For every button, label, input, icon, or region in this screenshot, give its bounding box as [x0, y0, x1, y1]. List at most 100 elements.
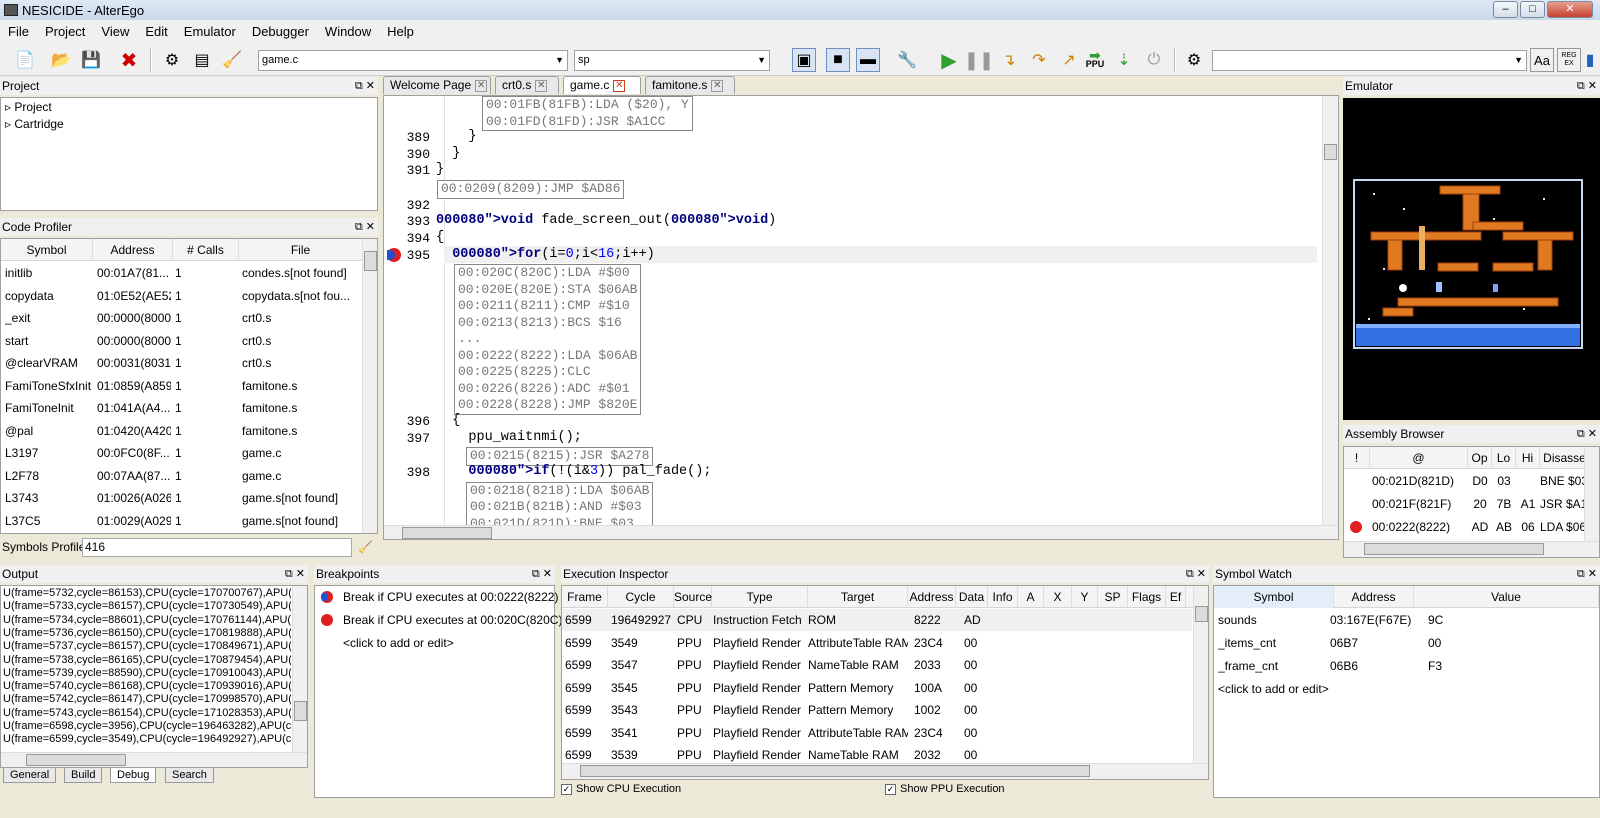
clean-icon[interactable]: 🧹 — [220, 48, 244, 72]
table-row[interactable]: 6599 3547 PPU Playfield Render NameTable RAM… — [562, 654, 1192, 676]
table-row[interactable]: L37C5 01:0029(A029) 1 game.s[not found] — [1, 510, 361, 532]
output-vscroll[interactable] — [292, 586, 307, 753]
dock-buttons[interactable]: ⧉ ✕ — [1577, 425, 1597, 443]
dock-buttons[interactable]: ⧉ ✕ — [285, 565, 305, 583]
column-header[interactable]: Y — [1072, 586, 1098, 608]
tab-debug[interactable]: Debug — [110, 768, 157, 783]
table-row[interactable]: 00:021D(821D) D0 03 BNE $03 — [1344, 470, 1588, 492]
table-row[interactable]: FamiToneInit 01:041A(A4... 1 famitone.s — [1, 397, 361, 419]
assembly-hscroll[interactable] — [1344, 541, 1599, 557]
show-ppu-checkbox[interactable]: ✓ Show PPU Execution — [885, 783, 1005, 795]
code-editor[interactable]: 00:01FB(81FB):LDA ($20), Y 00:01FD(81FD)… — [383, 95, 1339, 540]
file-combo[interactable]: game.c ▼ — [258, 50, 568, 71]
breakpoint-item[interactable]: Break if CPU executes at 00:0222(8222) — [319, 586, 558, 608]
table-row[interactable]: 6599 3549 PPU Playfield Render AttributeTabl… — [562, 632, 1192, 654]
close-icon[interactable]: ✖ — [117, 48, 141, 72]
frame-step-icon[interactable]: ⇣ — [1112, 48, 1136, 72]
match-case-button[interactable]: Aa — [1530, 48, 1554, 72]
reset-icon[interactable]: ⏻ — [1142, 48, 1166, 72]
nes-icon[interactable]: ▬ — [856, 48, 880, 72]
menu-file[interactable]: File — [0, 24, 37, 39]
close-icon[interactable]: ✕ — [613, 79, 626, 92]
column-header[interactable]: Info — [988, 586, 1018, 608]
maximize-button[interactable]: □ — [1520, 1, 1545, 18]
search-settings-icon[interactable]: ⚙ — [1182, 48, 1206, 72]
dock-buttons[interactable]: ⧉ ✕ — [355, 77, 375, 95]
col-symbol[interactable]: Symbol — [1, 239, 93, 261]
tab-welcome[interactable]: Welcome Page ✕ — [383, 76, 491, 94]
search-combo[interactable]: ▼ — [1212, 50, 1527, 71]
scroll-thumb[interactable] — [1195, 606, 1208, 622]
table-row[interactable]: _frame_cnt 06B6 F3 — [1214, 655, 1594, 677]
tab-famitone[interactable]: famitone.s ✕ — [645, 76, 735, 94]
table-row[interactable]: _items_cnt 06B7 00 — [1214, 632, 1594, 654]
table-row[interactable]: @clearVRAM 00:0031(8031) 1 crt0.s — [1, 352, 361, 374]
scroll-thumb[interactable] — [364, 251, 377, 271]
tree-item-project[interactable]: ▹ Project — [5, 98, 52, 116]
output-hscroll[interactable] — [1, 752, 307, 767]
scroll-thumb[interactable] — [294, 701, 307, 721]
save-icon[interactable]: 💾 — [79, 48, 103, 72]
column-header[interactable]: Frame — [562, 586, 608, 608]
close-window-button[interactable]: ✕ — [1547, 1, 1593, 18]
column-header[interactable]: Ef — [1166, 586, 1186, 608]
minimize-button[interactable]: – — [1493, 1, 1518, 18]
table-row[interactable]: 6599 3545 PPU Playfield Render Pattern Memor… — [562, 677, 1192, 699]
emulator-toggle-icon[interactable]: ▣ — [792, 48, 816, 72]
col-calls[interactable]: # Calls — [173, 239, 239, 261]
col-symbol[interactable]: Symbol — [1214, 586, 1334, 608]
step-over-icon[interactable]: ↷ — [1027, 48, 1051, 72]
new-file-icon[interactable]: 📄 — [13, 48, 37, 72]
col-op[interactable]: Op — [1468, 447, 1492, 469]
menu-project[interactable]: Project — [37, 24, 93, 39]
inspector-vscroll[interactable] — [1193, 586, 1208, 763]
tab-build[interactable]: Build — [64, 768, 103, 783]
table-row[interactable]: 6599 196492927 CPU Instruction Fetch ROM 8222… — [562, 609, 1192, 631]
table-row[interactable]: copydata 01:0E52(AE52) 1 copydata.s[not fou… — [1, 285, 361, 307]
menu-help[interactable]: Help — [379, 24, 422, 39]
column-header[interactable]: Source — [674, 586, 712, 608]
menu-view[interactable]: View — [93, 24, 137, 39]
pause-icon[interactable]: ❚❚ — [964, 48, 994, 72]
step-into-icon[interactable]: ↴ — [997, 48, 1021, 72]
show-cpu-checkbox[interactable]: ✓ Show CPU Execution — [561, 783, 681, 795]
table-row[interactable]: 00:0222(8222) AD AB 06 LDA $06A — [1344, 516, 1590, 538]
close-icon[interactable]: ✕ — [535, 79, 548, 92]
close-icon[interactable]: ✕ — [475, 79, 488, 92]
table-row[interactable]: L2F78 00:07AA(87... 1 game.c — [1, 465, 361, 487]
table-row[interactable]: FamiToneSfxInit 01:0859(A859) 1 famitone.s — [1, 375, 361, 397]
scroll-thumb[interactable] — [1324, 144, 1337, 160]
tree-item-cartridge[interactable]: ▹ Cartridge — [5, 115, 64, 133]
find-icon[interactable]: ▮ — [1582, 48, 1598, 72]
scroll-thumb[interactable] — [1364, 543, 1544, 555]
dock-buttons[interactable]: ⧉ ✕ — [1577, 77, 1597, 95]
column-header[interactable]: Target — [808, 586, 908, 608]
editor-vscroll[interactable] — [1322, 96, 1338, 525]
output-log[interactable]: U(frame=5732,cycle=86153),CPU(cycle=1707… — [0, 585, 308, 768]
table-row[interactable]: 6599 3541 PPU Playfield Render AttributeTabl… — [562, 722, 1192, 744]
menu-emulator[interactable]: Emulator — [176, 24, 244, 39]
col-address[interactable]: Address — [1334, 586, 1414, 608]
menu-window[interactable]: Window — [317, 24, 379, 39]
tab-crt0[interactable]: crt0.s ✕ — [495, 76, 559, 94]
assembly-vscroll[interactable] — [1584, 447, 1599, 541]
col-address[interactable]: @ — [1370, 447, 1468, 469]
column-header[interactable]: Data — [956, 586, 988, 608]
close-icon[interactable]: ✕ — [711, 79, 724, 92]
scroll-thumb[interactable] — [26, 754, 126, 766]
column-header[interactable]: Flags — [1128, 586, 1166, 608]
table-row[interactable]: 00:021F(821F) 20 7B A1 JSR $A17B — [1344, 493, 1590, 515]
add-watch-item[interactable]: <click to add or edit> — [1218, 678, 1329, 700]
compile-icon[interactable]: ⚙ — [160, 48, 184, 72]
col-hi[interactable]: Hi — [1516, 447, 1540, 469]
column-header[interactable]: Type — [712, 586, 808, 608]
table-row[interactable]: L3743 01:0026(A026) 1 game.s[not found] — [1, 487, 361, 509]
tab-game-c[interactable]: game.c ✕ — [563, 76, 641, 94]
regex-button[interactable]: REG EX — [1557, 48, 1581, 72]
breakpoint-item[interactable]: Break if CPU executes at 00:020C(820C) — [319, 609, 562, 631]
ppu-step-button[interactable]: ➡ PPU — [1083, 48, 1107, 72]
add-breakpoint-item[interactable]: <click to add or edit> — [343, 632, 454, 654]
menu-debugger[interactable]: Debugger — [244, 24, 317, 39]
table-row[interactable]: @pal 01:0420(A420) 1 famitone.s — [1, 420, 361, 442]
step-out-icon[interactable]: ↗ — [1057, 48, 1081, 72]
